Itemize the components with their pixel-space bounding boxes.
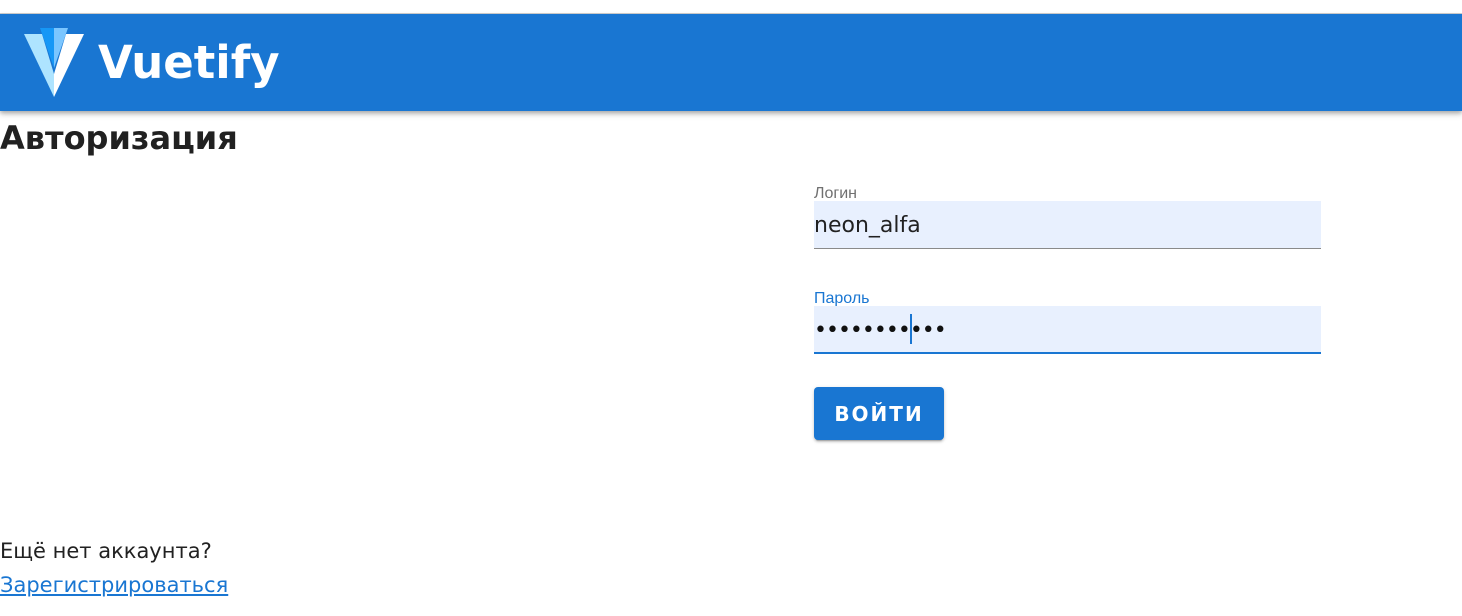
no-account-text: Ещё нет аккаунта? <box>0 539 212 563</box>
login-input[interactable] <box>814 210 1314 240</box>
login-button[interactable]: ВОЙТИ <box>814 387 944 440</box>
password-input[interactable]: ••••••••••• <box>814 316 947 346</box>
text-caret <box>910 314 912 344</box>
login-input-box[interactable] <box>814 201 1321 249</box>
window-top-strip <box>0 0 1462 14</box>
page-title: Авторизация <box>0 119 238 157</box>
register-link[interactable]: Зарегистрироваться <box>0 572 228 598</box>
app-bar: Vuetify <box>0 14 1462 111</box>
password-input-box[interactable]: ••••••••••• <box>814 306 1321 354</box>
app-brand-title: Vuetify <box>98 36 280 89</box>
vuetify-logo-icon <box>24 28 84 97</box>
